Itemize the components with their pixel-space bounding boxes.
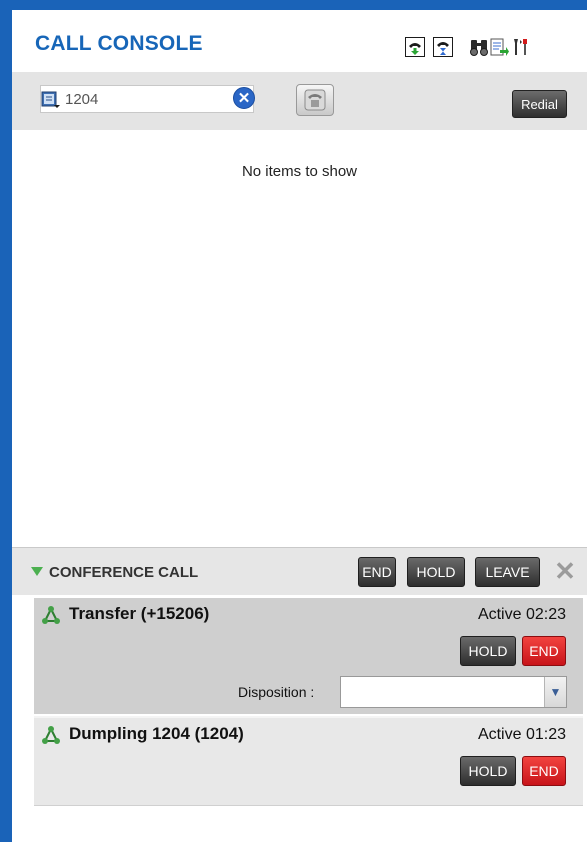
close-icon[interactable]: ✕ <box>552 557 578 585</box>
party-end-button[interactable]: END <box>522 636 566 666</box>
console-title: CALL CONSOLE <box>35 32 203 55</box>
empty-list-message: No items to show <box>241 163 358 180</box>
conference-hold-button[interactable]: HOLD <box>407 557 465 587</box>
transfer-icon[interactable] <box>405 37 425 57</box>
conference-party-icon <box>42 726 60 744</box>
phone-icon <box>304 89 326 111</box>
chevron-down-icon[interactable]: ▼ <box>544 677 566 707</box>
conference-end-button[interactable]: END <box>358 557 396 587</box>
call-status: Active 01:23 <box>477 726 566 743</box>
conference-label: CONFERENCE CALL <box>49 564 199 581</box>
call-status: Active 02:23 <box>477 606 566 623</box>
call-console-panel: CALL CONSOLE 1204 ✕ Redial No items to s… <box>12 10 587 842</box>
party-row: Dumpling 1204 (1204) Active 01:23 HOLD E… <box>34 716 583 806</box>
hold-queue-icon[interactable] <box>433 37 453 57</box>
address-book-icon[interactable] <box>41 90 61 108</box>
disposition-select[interactable]: ▼ <box>340 676 567 708</box>
redial-button[interactable]: Redial <box>512 90 567 118</box>
call-phone-button[interactable] <box>296 84 334 116</box>
party-name: Transfer (+15206) <box>69 604 210 623</box>
conference-leave-button[interactable]: LEAVE <box>475 557 540 587</box>
console-header: CALL CONSOLE <box>12 10 587 70</box>
party-name: Dumpling 1204 (1204) <box>69 724 244 743</box>
window-frame-top <box>0 0 587 10</box>
party-row: Transfer (+15206) Active 02:23 HOLD END … <box>34 598 583 714</box>
dial-input-wrapper: ✕ <box>40 85 255 113</box>
settings-icon[interactable] <box>511 37 531 57</box>
party-hold-button[interactable]: HOLD <box>460 756 516 786</box>
notes-icon[interactable] <box>489 37 509 57</box>
disposition-label: Disposition : <box>238 684 315 700</box>
conference-party-icon <box>42 606 60 624</box>
dial-bar: ✕ Redial <box>12 72 587 130</box>
directory-search-icon[interactable] <box>469 37 489 57</box>
conference-bar: CONFERENCE CALL END HOLD LEAVE ✕ <box>12 547 587 595</box>
window-frame-left <box>0 0 12 842</box>
dial-number-input[interactable] <box>65 89 225 109</box>
party-hold-button[interactable]: HOLD <box>460 636 516 666</box>
clear-input-icon[interactable]: ✕ <box>233 87 255 109</box>
collapse-arrow-icon[interactable] <box>31 567 43 576</box>
calls-list: No items to show <box>12 130 587 548</box>
party-end-button[interactable]: END <box>522 756 566 786</box>
